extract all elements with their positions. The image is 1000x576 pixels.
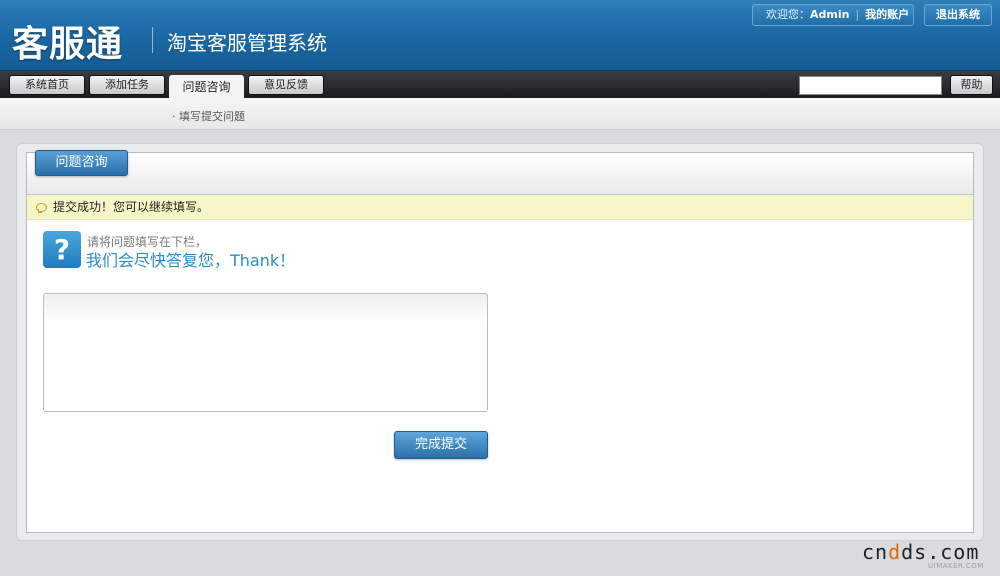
watermark-dot: d — [888, 540, 902, 564]
username: Admin — [810, 8, 850, 21]
help-button[interactable]: 帮助 — [950, 75, 993, 95]
intro-message: 我们会尽快答复您，Thank！ — [86, 251, 296, 270]
main-nav: 系统首页 添加任务 问题咨询 意见反馈 帮助 — [0, 71, 1000, 99]
system-title: 淘宝客服管理系统 — [167, 31, 327, 55]
welcome-label: 欢迎您： — [766, 8, 810, 21]
tab-add-task[interactable]: 添加任务 — [89, 75, 165, 95]
search-input[interactable] — [799, 76, 942, 95]
panel-title-tab: 问题咨询 — [35, 150, 128, 176]
tab-question-consult[interactable]: 问题咨询 — [169, 75, 244, 99]
sub-nav: · 填写提交问题 — [0, 98, 1000, 130]
app-header: 客服通 淘宝客服管理系统 欢迎您：Admin | 我的账户 退出系统 — [0, 0, 1000, 71]
question-mark-icon: ? — [43, 231, 81, 268]
speech-bubble-icon — [36, 203, 47, 213]
question-textarea[interactable] — [43, 293, 488, 412]
notice-text: 提交成功！您可以继续填写。 — [53, 200, 210, 214]
app-logo: 客服通 — [12, 24, 124, 65]
user-separator: | — [855, 8, 860, 21]
success-notice: 提交成功！您可以继续填写。 — [27, 195, 973, 220]
logout-button[interactable]: 退出系统 — [924, 4, 992, 26]
subnav-fill-question-link[interactable]: · 填写提交问题 — [172, 108, 245, 124]
tab-home[interactable]: 系统首页 — [9, 75, 85, 95]
watermark-sub: UIMAKER.COM — [928, 562, 984, 570]
logo-divider — [152, 27, 153, 53]
user-info-box: 欢迎您：Admin | 我的账户 — [752, 4, 914, 26]
watermark-suffix: ds.com — [901, 540, 980, 564]
tab-feedback[interactable]: 意见反馈 — [248, 75, 324, 95]
question-panel: 问题咨询 提交成功！您可以继续填写。 ? 请将问题填写在下栏， 我们会尽快答复您… — [26, 150, 974, 533]
my-account-link[interactable]: 我的账户 — [865, 8, 909, 21]
watermark-prefix: cn — [862, 540, 889, 564]
submit-button[interactable]: 完成提交 — [394, 431, 488, 459]
panel-header: 问题咨询 — [27, 150, 973, 195]
watermark-logo: cndds.com — [862, 540, 979, 564]
